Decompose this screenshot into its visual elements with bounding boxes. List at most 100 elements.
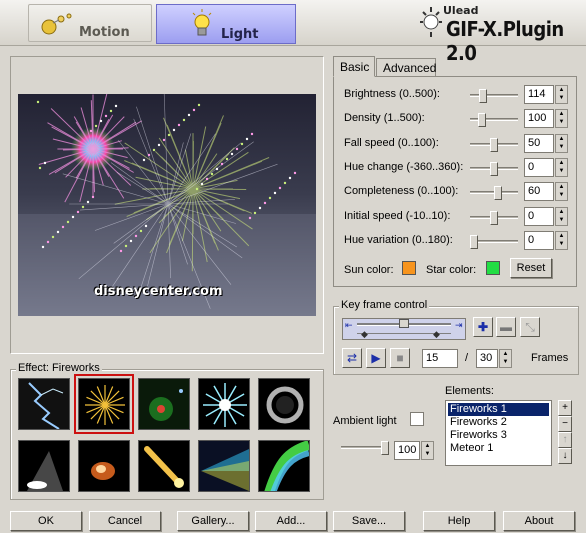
save-button[interactable]: Save...: [333, 511, 405, 531]
sun-color-swatch[interactable]: [402, 261, 416, 275]
keyframe-title: Key frame control: [339, 299, 430, 311]
param-value-input[interactable]: 0: [524, 230, 554, 250]
lightbulb-icon: [191, 9, 213, 39]
param-value-input[interactable]: 100: [524, 109, 554, 129]
param-spinner[interactable]: ▲ ▼: [555, 109, 568, 129]
param-label: Brightness (0..500):: [344, 88, 440, 100]
tab-advanced-label: Advanced: [383, 61, 437, 75]
reset-button[interactable]: Reset: [510, 258, 552, 278]
effect-thumbnail[interactable]: [198, 378, 250, 430]
element-list-item[interactable]: Fireworks 2: [448, 416, 549, 429]
stop-button[interactable]: ■: [390, 348, 410, 368]
param-row: Hue change (-360..360): 0 ▲ ▼: [344, 157, 569, 178]
element-list-item[interactable]: Meteor 1: [448, 442, 549, 455]
motion-icon: [39, 13, 73, 37]
param-value-input[interactable]: 0: [524, 206, 554, 226]
tab-basic-label: Basic: [340, 60, 370, 74]
element-list-item[interactable]: Fireworks 1: [448, 403, 549, 416]
param-value-input[interactable]: 60: [524, 182, 554, 202]
tab-basic[interactable]: Basic: [333, 56, 375, 77]
param-slider[interactable]: [470, 89, 518, 103]
remove-element-button[interactable]: −: [558, 416, 572, 432]
keyframe-timeline[interactable]: ⇤ ⇥ ◆ ◆: [342, 318, 466, 340]
effect-thumbnail[interactable]: [18, 378, 70, 430]
sun-color-label: Sun color:: [344, 264, 394, 276]
help-button[interactable]: Help: [423, 511, 495, 531]
param-slider[interactable]: [470, 137, 518, 152]
param-value-input[interactable]: 50: [524, 133, 554, 153]
effect-thumbnail[interactable]: [198, 440, 250, 492]
param-slider-thumb[interactable]: [490, 161, 498, 176]
gallery-button[interactable]: Gallery...: [177, 511, 249, 531]
brand-burst-icon: [418, 6, 444, 38]
param-slider-thumb[interactable]: [494, 186, 502, 201]
param-slider-thumb[interactable]: [490, 210, 498, 225]
ok-button[interactable]: OK: [10, 511, 82, 531]
effect-thumbnail[interactable]: [258, 378, 310, 430]
ambient-light-slider-thumb[interactable]: [381, 441, 389, 455]
ambient-light-slider[interactable]: [341, 441, 389, 455]
stop-icon: ■: [396, 351, 404, 365]
current-frame-input[interactable]: 15: [422, 349, 458, 368]
param-row: Initial speed (-10..10): 0 ▲ ▼: [344, 206, 569, 227]
move-down-button[interactable]: ↓: [558, 448, 572, 464]
param-spinner[interactable]: ▲ ▼: [555, 157, 568, 177]
param-slider[interactable]: [470, 210, 518, 225]
elements-list[interactable]: Fireworks 1 Fireworks 2 Fireworks 3 Meteor …: [445, 400, 552, 466]
param-value-input[interactable]: 0: [524, 157, 554, 177]
star-color-swatch[interactable]: [486, 261, 500, 275]
param-slider[interactable]: [470, 186, 518, 201]
add-button[interactable]: Add...: [255, 511, 327, 531]
element-list-item[interactable]: Fireworks 3: [448, 429, 549, 442]
play-button[interactable]: ▶: [366, 348, 386, 368]
frame-separator: /: [465, 352, 469, 364]
tab-motion[interactable]: Motion: [28, 4, 152, 42]
preview-canvas[interactable]: [18, 94, 316, 316]
remove-keyframe-button[interactable]: ▬: [496, 317, 516, 337]
effect-thumbnail[interactable]: [74, 374, 134, 434]
param-value-input[interactable]: 114: [524, 85, 554, 104]
param-spinner[interactable]: ▲ ▼: [555, 230, 568, 250]
effect-thumbnail[interactable]: [18, 440, 70, 492]
param-spinner[interactable]: ▲ ▼: [555, 206, 568, 226]
param-slider-thumb[interactable]: [478, 113, 486, 128]
param-slider[interactable]: [470, 161, 518, 176]
param-row: Brightness (0..500): 114 ▲ ▼: [344, 85, 569, 105]
ambient-light-checkbox[interactable]: [410, 412, 424, 426]
timeline-playhead[interactable]: [399, 319, 409, 328]
move-up-button[interactable]: ↑: [558, 432, 572, 448]
param-spinner[interactable]: ▲ ▼: [555, 85, 568, 104]
effect-thumbnail[interactable]: [138, 440, 190, 492]
param-label: Hue change (-360..360):: [344, 160, 464, 173]
effect-thumbnail[interactable]: [78, 440, 130, 492]
keyframe-marker-start[interactable]: ◆: [361, 329, 368, 340]
param-row: Fall speed (0..100): 50 ▲ ▼: [344, 133, 569, 154]
param-slider-thumb[interactable]: [470, 234, 478, 249]
about-button[interactable]: About: [503, 511, 575, 531]
timeline-left-arrow-icon: ⇤: [345, 320, 353, 330]
effect-thumbnail[interactable]: [138, 378, 190, 430]
reverse-keyframe-button[interactable]: ⤡: [520, 317, 540, 337]
tab-advanced[interactable]: Advanced: [376, 58, 436, 76]
param-spinner[interactable]: ▲ ▼: [555, 133, 568, 153]
param-slider-thumb[interactable]: [490, 137, 498, 152]
timeline-right-arrow-icon: ⇥: [455, 320, 463, 330]
effect-label: Effect: Fireworks: [16, 362, 102, 374]
loop-button[interactable]: ⇄: [342, 348, 362, 368]
param-slider-thumb[interactable]: [479, 89, 488, 103]
ambient-light-spinner[interactable]: ▲ ▼: [421, 441, 434, 460]
param-spinner[interactable]: ▲ ▼: [555, 182, 568, 202]
total-frames-spinner[interactable]: ▲ ▼: [499, 349, 512, 368]
total-frames-input[interactable]: 30: [476, 349, 498, 368]
add-keyframe-icon: ✚: [477, 320, 489, 334]
param-slider[interactable]: [470, 113, 518, 128]
add-keyframe-button[interactable]: ✚: [473, 317, 493, 337]
param-slider[interactable]: [470, 234, 518, 249]
keyframe-marker-end[interactable]: ◆: [433, 329, 440, 340]
cancel-button[interactable]: Cancel: [89, 511, 161, 531]
ambient-light-input[interactable]: 100: [394, 441, 420, 460]
add-element-button[interactable]: +: [558, 400, 572, 416]
tab-light[interactable]: Light: [156, 4, 296, 44]
effect-thumbnail[interactable]: [258, 440, 310, 492]
param-row: Completeness (0..100): 60 ▲ ▼: [344, 182, 569, 202]
